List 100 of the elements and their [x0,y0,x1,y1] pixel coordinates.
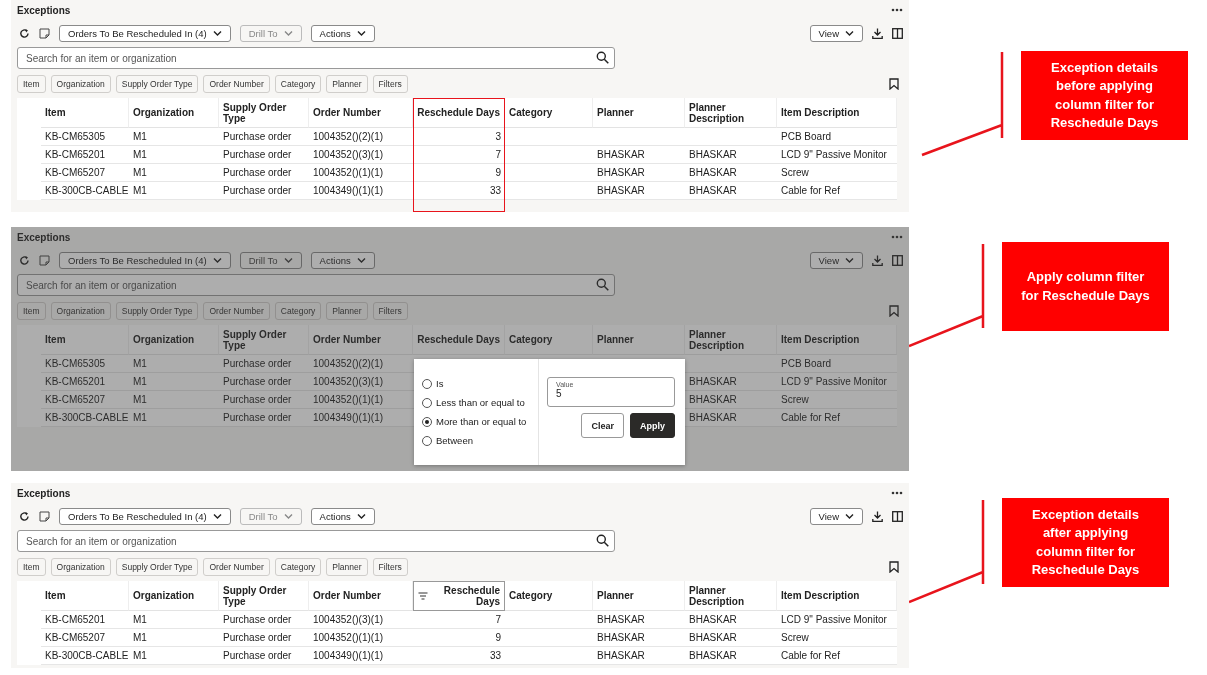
view-button[interactable]: View [809,251,863,269]
column-header[interactable]: Organization [129,98,219,128]
view-button[interactable]: View [809,507,863,525]
filter-chip[interactable]: Item [17,75,46,93]
column-header[interactable]: Planner [593,325,685,355]
column-header[interactable]: Item [41,325,129,355]
filter-chip[interactable]: Category [274,75,322,93]
download-icon[interactable] [872,27,883,39]
table-cell: LCD 9" Passive Monitor [777,611,897,629]
radio-option[interactable]: Is [422,378,530,389]
table-cell: 1004349()(1)(1) [309,409,413,427]
download-icon[interactable] [872,254,883,266]
column-header[interactable]: Order Number [309,98,413,128]
column-header[interactable]: Reschedule Days [413,98,505,128]
filter-chip[interactable]: Supply Order Type [115,558,199,576]
search-icon[interactable] [596,278,609,291]
columns-icon[interactable] [892,254,903,266]
filter-chip[interactable]: Supply Order Type [115,302,199,320]
table-cell: Screw [777,164,897,182]
filter-chip[interactable]: Order Number [203,75,270,93]
column-header[interactable]: Order Number [309,325,413,355]
filter-chip[interactable]: Item [17,558,46,576]
download-icon[interactable] [872,510,883,522]
table-cell: M1 [129,355,219,373]
note-icon[interactable] [39,254,50,266]
column-header[interactable]: Organization [129,581,219,611]
filter-chip[interactable]: Organization [50,558,111,576]
column-header[interactable]: Organization [129,325,219,355]
filter-chip[interactable]: Category [274,302,322,320]
table-cell: Purchase order [219,611,309,629]
bookmark-icon[interactable] [889,78,899,90]
refresh-icon[interactable] [19,254,30,266]
column-header[interactable]: Planner [593,581,685,611]
bookmark-icon[interactable] [889,561,899,573]
filter-chip[interactable]: Supply Order Type [115,75,199,93]
column-header[interactable]: Category [505,98,593,128]
filter-chip[interactable]: Filters [372,75,408,93]
column-header[interactable]: Planner Description [685,325,777,355]
filter-chip[interactable]: Category [274,558,322,576]
filter-chip[interactable]: Planner [326,558,368,576]
column-header[interactable]: Item [41,98,129,128]
table-cell: Purchase order [219,391,309,409]
column-header[interactable]: Reschedule Days [413,581,505,611]
table-cell: 9 [413,164,505,182]
saved-search-dropdown[interactable]: Orders To Be Rescheduled In (4) [59,251,231,269]
more-icon[interactable] [891,491,903,495]
column-header[interactable]: Supply Order Type [219,98,309,128]
filter-chip[interactable]: Organization [50,75,111,93]
column-header[interactable]: Item Description [777,98,897,128]
columns-icon[interactable] [892,27,903,39]
table-cell: 1004349()(1)(1) [309,647,413,665]
table-cell: 1004352()(1)(1) [309,629,413,647]
actions-button[interactable]: Actions [310,507,375,525]
filter-chip[interactable]: Planner [326,75,368,93]
search-icon[interactable] [596,534,609,547]
column-header[interactable]: Category [505,581,593,611]
actions-button[interactable]: Actions [310,24,375,42]
more-icon[interactable] [891,8,903,12]
search-icon[interactable] [596,51,609,64]
column-header[interactable]: Supply Order Type [219,581,309,611]
search-field[interactable]: Search for an item or organization [17,47,615,69]
table-cell: M1 [129,629,219,647]
refresh-icon[interactable] [19,510,30,522]
filter-chip[interactable]: Item [17,302,46,320]
search-field[interactable]: Search for an item or organization [17,530,615,552]
radio-option[interactable]: Less than or equal to [422,397,530,408]
filter-chip[interactable]: Organization [50,302,111,320]
table-cell: KB-CM65207 [41,629,129,647]
column-header[interactable]: Planner [593,98,685,128]
search-field[interactable]: Search for an item or organization [17,274,615,296]
column-header[interactable]: Planner Description [685,581,777,611]
filter-chip[interactable]: Order Number [203,558,270,576]
filter-chip[interactable]: Planner [326,302,368,320]
refresh-icon[interactable] [19,27,30,39]
column-header[interactable]: Supply Order Type [219,325,309,355]
column-header[interactable]: Item [41,581,129,611]
column-header[interactable]: Category [505,325,593,355]
saved-search-dropdown[interactable]: Orders To Be Rescheduled In (4) [59,507,231,525]
filter-chip[interactable]: Filters [372,558,408,576]
more-icon[interactable] [891,235,903,239]
saved-search-dropdown[interactable]: Orders To Be Rescheduled In (4) [59,24,231,42]
column-header[interactable]: Planner Description [685,98,777,128]
table-cell: BHASKAR [685,629,777,647]
filter-chip[interactable]: Filters [372,302,408,320]
radio-option[interactable]: More than or equal to [422,416,530,427]
radio-option[interactable]: Between [422,435,530,446]
column-header[interactable]: Order Number [309,581,413,611]
column-header[interactable]: Item Description [777,325,897,355]
clear-button[interactable]: Clear [581,413,624,438]
column-header[interactable]: Item Description [777,581,897,611]
column-header[interactable]: Reschedule Days [413,325,505,355]
note-icon[interactable] [39,27,50,39]
filter-chip[interactable]: Order Number [203,302,270,320]
note-icon[interactable] [39,510,50,522]
actions-button[interactable]: Actions [310,251,375,269]
apply-button[interactable]: Apply [630,413,675,438]
columns-icon[interactable] [892,510,903,522]
view-button[interactable]: View [809,24,863,42]
chevron-down-icon [845,513,854,519]
bookmark-icon[interactable] [889,305,899,317]
